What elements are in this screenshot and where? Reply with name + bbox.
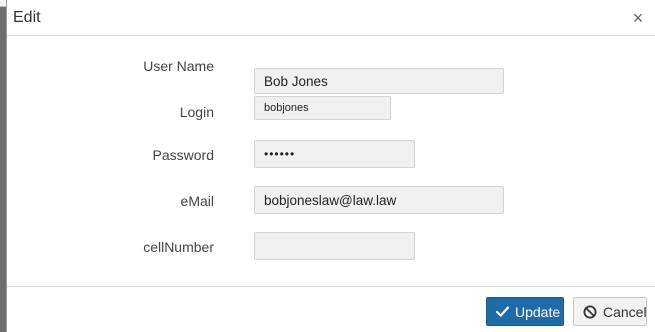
ban-icon (583, 305, 597, 319)
cell-number-row: cellNumber (7, 232, 655, 261)
user-name-label: User Name (143, 58, 214, 74)
cell-number-label: cellNumber (143, 239, 214, 255)
login-input[interactable] (254, 96, 391, 120)
edit-dialog: Edit × User Name Login Password eMail ce… (6, 0, 655, 332)
login-row: Login (7, 96, 655, 126)
dialog-titlebar: Edit × (7, 0, 655, 36)
close-icon[interactable]: × (631, 9, 645, 27)
email-input[interactable] (254, 186, 504, 214)
cell-number-input[interactable] (254, 232, 415, 260)
update-label: Update (515, 303, 561, 320)
cancel-button[interactable]: Cancel (573, 297, 647, 326)
password-row: Password (7, 140, 655, 169)
password-label: Password (152, 147, 214, 163)
edit-form: User Name Login Password eMail cellNumbe… (7, 36, 655, 286)
user-name-input[interactable] (254, 68, 504, 94)
update-button[interactable]: Update (486, 297, 564, 326)
login-label: Login (179, 104, 214, 120)
user-name-row: User Name (7, 52, 655, 94)
dialog-footer: Update Cancel (7, 286, 655, 332)
password-input[interactable] (254, 140, 415, 168)
email-row: eMail (7, 186, 655, 215)
dialog-title: Edit (13, 8, 41, 26)
cancel-label: Cancel (603, 303, 647, 320)
email-label: eMail (180, 193, 214, 209)
check-icon (496, 306, 509, 317)
